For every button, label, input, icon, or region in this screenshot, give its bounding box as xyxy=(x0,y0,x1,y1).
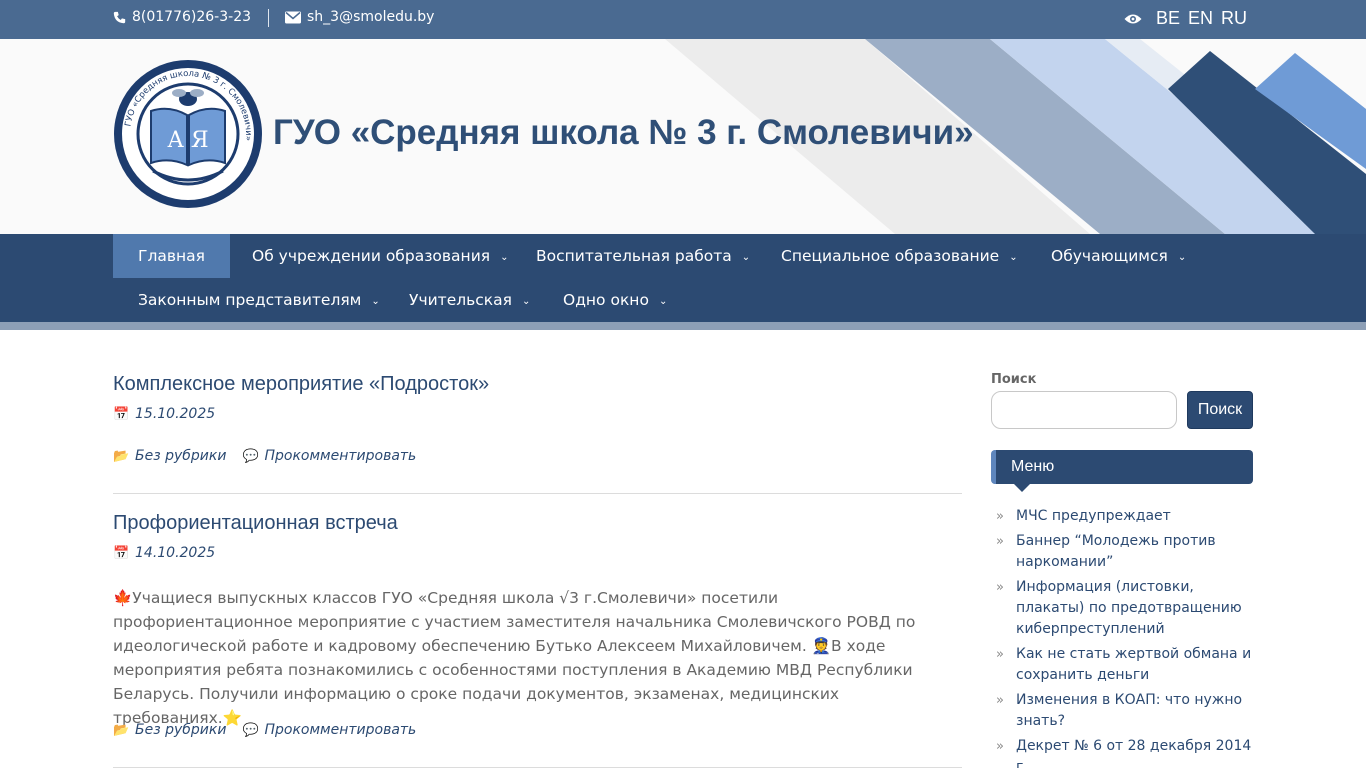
lang-en[interactable]: EN xyxy=(1188,8,1213,29)
nav-label: Специальное образование xyxy=(781,247,1000,265)
email-contact[interactable]: sh_3@smoledu.by xyxy=(285,9,434,25)
nav-item-home[interactable]: Главная xyxy=(113,234,230,278)
sidebar-menu-item-label: Декрет № 6 от 28 декабря 2014 г. xyxy=(1016,738,1252,768)
logo-emblem: ГУО «Средняя школа № 3 г. Смолевичи» А Я xyxy=(114,60,262,208)
search-button[interactable]: Поиск xyxy=(1187,391,1253,429)
double-chevron-right-icon: » xyxy=(996,580,1004,595)
nav-label: Об учреждении образования xyxy=(252,247,491,265)
double-chevron-right-icon: » xyxy=(996,739,1004,754)
nav-item-students[interactable]: Обучающимся ⌄ xyxy=(1026,234,1211,278)
calendar-icon: 📅 xyxy=(113,545,130,561)
top-bar: 8(01776)26-3-23 sh_3@smoledu.by BE EN RU xyxy=(0,0,1366,39)
main-navigation: Главная Об учреждении образования ⌄ Воспи… xyxy=(0,234,1366,322)
sidebar-menu-item-label: Как не стать жертвой обмана и сохранить … xyxy=(1016,646,1252,683)
chevron-down-icon: ⌄ xyxy=(1009,251,1018,263)
chevron-down-icon: ⌄ xyxy=(1177,251,1187,263)
sidebar-menu-item-label: Изменения в КОАП: что нужно знать? xyxy=(1016,692,1243,729)
post-comment-link[interactable]: Прокомментировать xyxy=(264,722,416,738)
post-date: 📅 15.10.2025 xyxy=(113,406,962,422)
post-title[interactable]: Комплексное мероприятие «Подросток» xyxy=(113,373,962,396)
search-input[interactable] xyxy=(991,391,1177,429)
comments-icon: 💬 xyxy=(242,448,259,464)
double-chevron-right-icon: » xyxy=(996,647,1004,662)
sidebar-menu-item-label: Баннер “Молодежь против наркомании” xyxy=(1016,533,1216,570)
nav-label: Учительская xyxy=(409,291,512,309)
chevron-down-icon: ⌄ xyxy=(741,251,751,263)
sidebar-menu: » МЧС предупреждает » Баннер “Молодежь про… xyxy=(996,506,1253,768)
nav-label: Обучающимся xyxy=(1051,247,1168,265)
sidebar-menu-item[interactable]: » Изменения в КОАП: что нужно знать? xyxy=(996,690,1253,732)
nav-item-teachers[interactable]: Учительская ⌄ xyxy=(384,278,555,322)
site-header: ГУО «Средняя школа № 3 г. Смолевичи» А Я… xyxy=(0,39,1366,234)
eye-icon[interactable] xyxy=(1124,13,1142,25)
lang-ru[interactable]: RU xyxy=(1221,8,1247,29)
envelope-icon xyxy=(285,11,301,23)
logo-letters: А Я xyxy=(167,128,208,153)
language-switcher: BE EN RU xyxy=(1124,8,1247,29)
post-category[interactable]: Без рубрики xyxy=(135,448,226,464)
nav-label: Одно окно xyxy=(563,291,649,309)
folder-icon: 📂 xyxy=(113,722,130,738)
folder-icon: 📂 xyxy=(113,448,130,464)
nav-item-special-education[interactable]: Специальное образование ⌄ xyxy=(756,234,1043,278)
sidebar-menu-item[interactable]: » Декрет № 6 от 28 декабря 2014 г. xyxy=(996,736,1253,768)
post-excerpt: 🍁Учащиеся выпускных классов ГУО «Средняя… xyxy=(113,589,916,727)
post-date-value[interactable]: 14.10.2025 xyxy=(135,545,215,561)
sidebar-menu-item-label: Информация (листовки, плакаты) по предот… xyxy=(1016,579,1242,637)
chevron-down-icon: ⌄ xyxy=(500,251,509,263)
menu-widget-title: Меню xyxy=(991,450,1253,492)
nav-label: Главная xyxy=(138,247,205,265)
post-divider xyxy=(113,493,962,494)
nav-label: Воспитательная работа xyxy=(536,247,732,265)
nav-item-one-window[interactable]: Одно окно ⌄ xyxy=(538,278,692,322)
nav-item-parents[interactable]: Законным представителям ⌄ xyxy=(113,278,405,322)
double-chevron-right-icon: » xyxy=(996,509,1004,524)
search-label: Поиск xyxy=(991,372,1037,387)
sidebar-menu-item[interactable]: » МЧС предупреждает xyxy=(996,506,1253,527)
post: Комплексное мероприятие «Подросток» xyxy=(113,373,962,396)
phone-number: 8(01776)26-3-23 xyxy=(132,9,252,25)
phone-contact[interactable]: 8(01776)26-3-23 xyxy=(113,9,251,25)
chevron-down-icon: ⌄ xyxy=(658,295,668,307)
post-title[interactable]: Профориентационная встреча xyxy=(113,512,962,535)
phone-icon xyxy=(113,11,126,23)
post-meta: 📂 Без рубрики 💬 Прокомментировать xyxy=(113,722,962,738)
post-meta: 📂 Без рубрики 💬 Прокомментировать xyxy=(113,448,962,464)
nav-bottom-strip xyxy=(0,322,1366,330)
contact-divider xyxy=(268,9,269,27)
menu-widget-title-text: Меню xyxy=(1011,458,1055,475)
double-chevron-right-icon: » xyxy=(996,534,1004,549)
nav-item-upbringing[interactable]: Воспитательная работа ⌄ xyxy=(511,234,775,278)
comments-icon: 💬 xyxy=(242,722,259,738)
post-category[interactable]: Без рубрики xyxy=(135,722,226,738)
double-chevron-right-icon: » xyxy=(996,693,1004,708)
sidebar-menu-item[interactable]: » Как не стать жертвой обмана и сохранить… xyxy=(996,644,1253,686)
post: Профориентационная встреча xyxy=(113,512,962,535)
sidebar-menu-item-label: МЧС предупреждает xyxy=(1016,508,1171,524)
sidebar-menu-item[interactable]: » Информация (листовки, плакаты) по предо… xyxy=(996,577,1253,640)
nav-item-about[interactable]: Об учреждении образования ⌄ xyxy=(227,234,533,278)
chevron-down-icon: ⌄ xyxy=(522,295,531,307)
chevron-down-icon: ⌄ xyxy=(371,295,380,307)
calendar-icon: 📅 xyxy=(113,406,130,422)
post-date: 📅 14.10.2025 xyxy=(113,545,962,561)
title-notch xyxy=(1014,484,1030,492)
lang-be[interactable]: BE xyxy=(1156,8,1180,29)
post-comment-link[interactable]: Прокомментировать xyxy=(264,448,416,464)
site-title[interactable]: ГУО «Средняя школа № 3 г. Смолевичи» xyxy=(273,113,974,153)
sidebar-menu-item[interactable]: » Баннер “Молодежь против наркомании” xyxy=(996,531,1253,573)
nav-label: Законным представителям xyxy=(138,291,362,309)
email-address: sh_3@smoledu.by xyxy=(307,9,435,25)
post-date-value[interactable]: 15.10.2025 xyxy=(135,406,215,422)
